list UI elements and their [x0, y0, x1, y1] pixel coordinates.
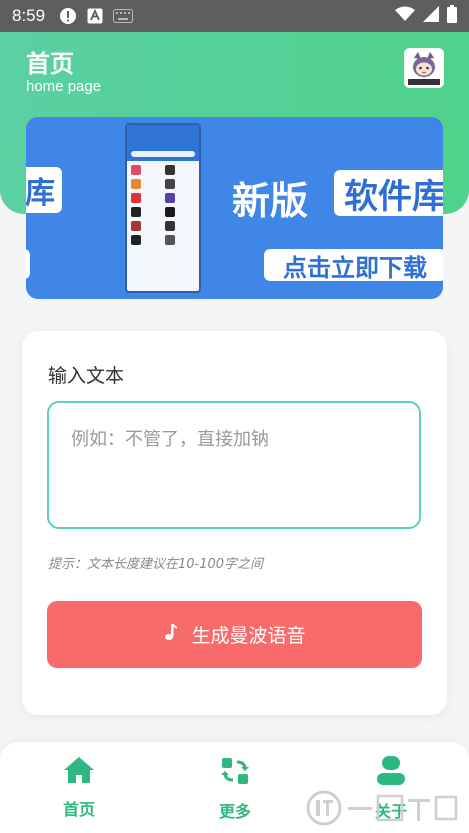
signal-icon [423, 6, 439, 26]
nav-item-home[interactable]: 首页 [39, 756, 119, 820]
text-icon [87, 8, 103, 24]
banner-chip-right: 软件库 [334, 170, 443, 217]
hint-text: 提示：文本长度建议在10-100字之间 [48, 557, 264, 572]
page-subtitle: home page [26, 78, 102, 95]
watermark-logo [306, 786, 466, 830]
banner-chip-right-text: 软件库 [344, 176, 443, 217]
alert-icon [59, 7, 77, 25]
refresh-icon [220, 756, 250, 790]
page-title: 首页 [26, 50, 74, 78]
nav-item-more[interactable]: 更多 [195, 756, 275, 822]
generate-voice-label: 生成曼波语音 [191, 625, 306, 647]
music-note-icon [163, 623, 178, 646]
text-input[interactable] [47, 401, 421, 529]
banner-chip-left: 库 [26, 167, 62, 213]
phone-mockup [125, 123, 201, 293]
banner-download-text: 点击立即下载 [283, 253, 427, 282]
wifi-icon [395, 6, 415, 26]
input-label: 输入文本 [48, 365, 125, 387]
banner-chip-left-text: 库 [26, 176, 55, 211]
user-icon [376, 756, 406, 790]
home-icon [63, 756, 95, 788]
banner-chip-small [26, 249, 30, 279]
generate-voice-button[interactable]: 生成曼波语音 [47, 601, 422, 668]
promo-banner[interactable]: 库 新版 软件库 点击立即下载 [26, 117, 443, 299]
nav-label-home: 首页 [62, 800, 95, 819]
input-card: 输入文本 提示：文本长度建议在10-100字之间 生成曼波语音 [22, 331, 447, 715]
nav-label-more: 更多 [218, 802, 251, 821]
battery-icon [447, 5, 457, 27]
avatar[interactable] [404, 48, 444, 88]
banner-download: 点击立即下载 [264, 249, 443, 282]
status-bar: 8:59 [0, 0, 469, 32]
banner-title: 新版 [232, 179, 309, 223]
status-time: 8:59 [12, 6, 46, 25]
keyboard-icon [113, 9, 134, 23]
